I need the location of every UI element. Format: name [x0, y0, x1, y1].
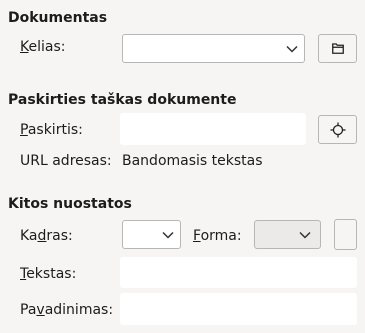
chevron-down-icon — [162, 231, 174, 239]
crosshair-icon — [330, 122, 345, 137]
frame-label: Kadras: — [20, 228, 73, 244]
path-label: Kelias: — [20, 39, 66, 55]
target-section-title: Paskirties taškas dokumente — [8, 92, 237, 108]
frame-combobox[interactable] — [122, 220, 181, 249]
name-input[interactable] — [120, 293, 357, 325]
name-label: Pavadinimas: — [20, 302, 114, 318]
document-section-title: Dokumentas — [8, 10, 108, 26]
path-combobox[interactable] — [122, 34, 305, 63]
url-value: Bandomasis tekstas — [122, 153, 263, 169]
chevron-down-icon — [299, 231, 311, 239]
browse-button[interactable] — [318, 34, 357, 63]
other-section-title: Kitos nuostatos — [8, 196, 132, 212]
text-label: Tekstas: — [20, 266, 77, 282]
form-label: Forma: — [193, 228, 242, 244]
target-picker-button[interactable] — [318, 115, 357, 144]
target-label: Paskirtis: — [20, 122, 83, 138]
text-input[interactable] — [120, 257, 357, 288]
folder-icon — [331, 43, 344, 54]
target-input[interactable] — [120, 113, 306, 145]
url-label: URL adresas: — [20, 153, 112, 169]
form-combobox[interactable] — [254, 220, 321, 249]
form-options-button[interactable] — [334, 219, 357, 250]
chevron-down-icon — [286, 45, 298, 53]
